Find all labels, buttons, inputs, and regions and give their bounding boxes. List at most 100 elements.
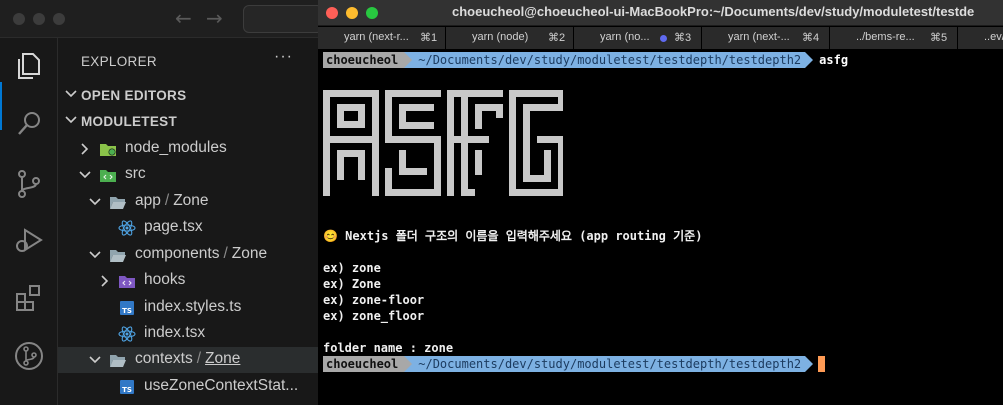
- terminal-tab[interactable]: yarn (next-... ⌘4: [702, 27, 830, 49]
- tree-item-label: hooks: [144, 271, 186, 288]
- extensions-icon[interactable]: [13, 282, 45, 314]
- tab-name: yarn (next-...: [728, 31, 790, 43]
- tree-item-label-group: contexts / Zone: [135, 350, 240, 368]
- git-graph-icon[interactable]: [13, 340, 45, 372]
- tree-item-use-zone-context[interactable]: TS useZoneContextStat...: [58, 374, 318, 400]
- prompt-question: 😊 Nextjs 폴더 구조의 이름을 입력해주세요 (app routing …: [323, 229, 703, 243]
- tree-item-index-styles-ts[interactable]: TS index.styles.ts: [58, 295, 318, 321]
- active-indicator: [0, 82, 2, 130]
- tree-item-contexts[interactable]: contexts / Zone: [58, 347, 318, 373]
- explorer-sidebar: EXPLORER ··· OPEN EDITORS MODULETEST nod…: [58, 38, 318, 405]
- command-center-search[interactable]: [243, 5, 323, 33]
- prompt-path: ~/Documents/dev/study/moduletest/testdep…: [412, 356, 806, 372]
- section-open-editors[interactable]: OPEN EDITORS: [58, 83, 318, 109]
- tree-item-label: page.tsx: [144, 218, 203, 235]
- folder-open-icon: [110, 355, 126, 367]
- activity-dot-icon: [660, 35, 667, 42]
- vscode-window: ← → EXPLORER ··· OPEN EDITORS MODULETEST…: [0, 0, 323, 405]
- source-control-icon[interactable]: [13, 168, 45, 200]
- src-folder-icon: [100, 170, 116, 182]
- tree-item-src[interactable]: src: [58, 162, 318, 188]
- example-line: ex) zone-floor: [323, 293, 425, 307]
- search-icon[interactable]: [13, 108, 45, 140]
- tree-item-label: app: [135, 192, 161, 209]
- tab-name: yarn (next-r...: [344, 31, 409, 43]
- shell-prompt: choeucheol ~/Documents/dev/study/modulet…: [323, 356, 826, 372]
- section-label: MODULETEST: [81, 114, 177, 129]
- typescript-file-icon: TS: [120, 380, 134, 394]
- powerline-separator: [404, 52, 413, 68]
- forward-arrow-icon[interactable]: →: [206, 7, 223, 29]
- tree-item-index-tsx[interactable]: index.tsx: [58, 321, 318, 347]
- tree-item-label: index.tsx: [144, 324, 206, 341]
- tree-item-label: node_modules: [125, 139, 227, 156]
- react-file-icon: [118, 220, 136, 236]
- prompt-path: ~/Documents/dev/study/moduletest/testdep…: [412, 52, 806, 68]
- example-line: ex) Zone: [323, 277, 381, 291]
- chevron-down-icon: [79, 171, 91, 179]
- tree-item-suffix: Zone: [231, 245, 268, 262]
- powerline-separator: [404, 356, 413, 372]
- chevron-down-icon: [89, 356, 101, 364]
- chevron-right-icon: [81, 143, 89, 155]
- example-line: ex) zone: [323, 261, 381, 275]
- chevron-down-icon: [89, 198, 101, 206]
- svg-text:TS: TS: [122, 386, 132, 394]
- terminal-tab-bar: yarn (next-r... ⌘1 yarn (node) ⌘2 yarn (…: [318, 27, 1003, 49]
- explorer-title: EXPLORER: [81, 54, 157, 69]
- tab-name: yarn (node): [472, 31, 529, 43]
- section-label: OPEN EDITORS: [81, 88, 187, 103]
- tree-item-app[interactable]: app / Zone: [58, 189, 318, 215]
- tab-shortcut: ⌘3: [674, 32, 692, 44]
- terminal-tab[interactable]: ../bems-re... ⌘5: [830, 27, 958, 49]
- typed-command: asfg: [819, 53, 849, 67]
- terminal-titlebar: choeucheol@choeucheol-ui-MacBookPro:~/Do…: [318, 0, 1003, 26]
- terminal-title: choeucheol@choeucheol-ui-MacBookPro:~/Do…: [452, 4, 975, 19]
- tab-shortcut: ⌘5: [930, 32, 948, 44]
- close-window-button[interactable]: [13, 13, 25, 25]
- tree-item-hooks[interactable]: hooks: [58, 268, 318, 294]
- path-separator: /: [223, 245, 228, 262]
- tree-item-components[interactable]: components / Zone: [58, 242, 318, 268]
- prompt-user: choeucheol: [323, 356, 405, 372]
- terminal-tab[interactable]: ..ev/: [958, 27, 1003, 49]
- tree-item-label: useZoneContextStat...: [144, 377, 299, 394]
- terminal-tab[interactable]: yarn (node) ⌘2: [446, 27, 574, 49]
- hooks-folder-icon: [119, 276, 135, 288]
- tree-item-suffix: Zone: [173, 192, 209, 209]
- tree-item-label: components: [135, 245, 220, 262]
- typescript-file-icon: TS: [120, 301, 134, 315]
- zoom-button[interactable]: [366, 7, 378, 19]
- explorer-files-icon[interactable]: [13, 50, 45, 82]
- path-separator: /: [196, 350, 202, 367]
- powerline-separator: [805, 52, 814, 68]
- svg-text:TS: TS: [122, 307, 132, 315]
- chevron-down-icon: [65, 90, 77, 98]
- tree-item-suffix: Zone: [205, 350, 241, 367]
- ascii-art-banner: [323, 90, 563, 196]
- back-arrow-icon[interactable]: ←: [175, 7, 192, 29]
- tree-item-label: index.styles.ts: [144, 298, 242, 315]
- section-project[interactable]: MODULETEST: [58, 109, 318, 135]
- minimize-window-button[interactable]: [33, 13, 45, 25]
- terminal-cursor[interactable]: [818, 356, 826, 372]
- zoom-window-button[interactable]: [53, 13, 65, 25]
- more-actions-icon[interactable]: ···: [274, 48, 293, 66]
- tree-item-label: contexts: [135, 350, 193, 367]
- react-file-icon: [118, 326, 136, 342]
- tab-name: ../bems-re...: [856, 31, 915, 43]
- minimize-button[interactable]: [346, 7, 358, 19]
- close-button[interactable]: [326, 7, 338, 19]
- terminal-window: choeucheol@choeucheol-ui-MacBookPro:~/Do…: [318, 0, 1003, 405]
- tab-shortcut: ⌘4: [802, 32, 820, 44]
- chevron-down-icon: [89, 251, 101, 259]
- tree-item-node-modules[interactable]: node_modules: [58, 136, 318, 162]
- run-debug-icon[interactable]: [13, 224, 45, 256]
- tree-item-page-tsx[interactable]: page.tsx: [58, 215, 318, 241]
- terminal-tab[interactable]: yarn (no... ⌘3: [574, 27, 702, 49]
- node-folder-icon: [100, 144, 116, 156]
- chevron-right-icon: [101, 275, 109, 287]
- tree-item-label-group: app / Zone: [135, 192, 209, 210]
- powerline-separator: [805, 356, 814, 372]
- terminal-tab[interactable]: yarn (next-r... ⌘1: [318, 27, 446, 49]
